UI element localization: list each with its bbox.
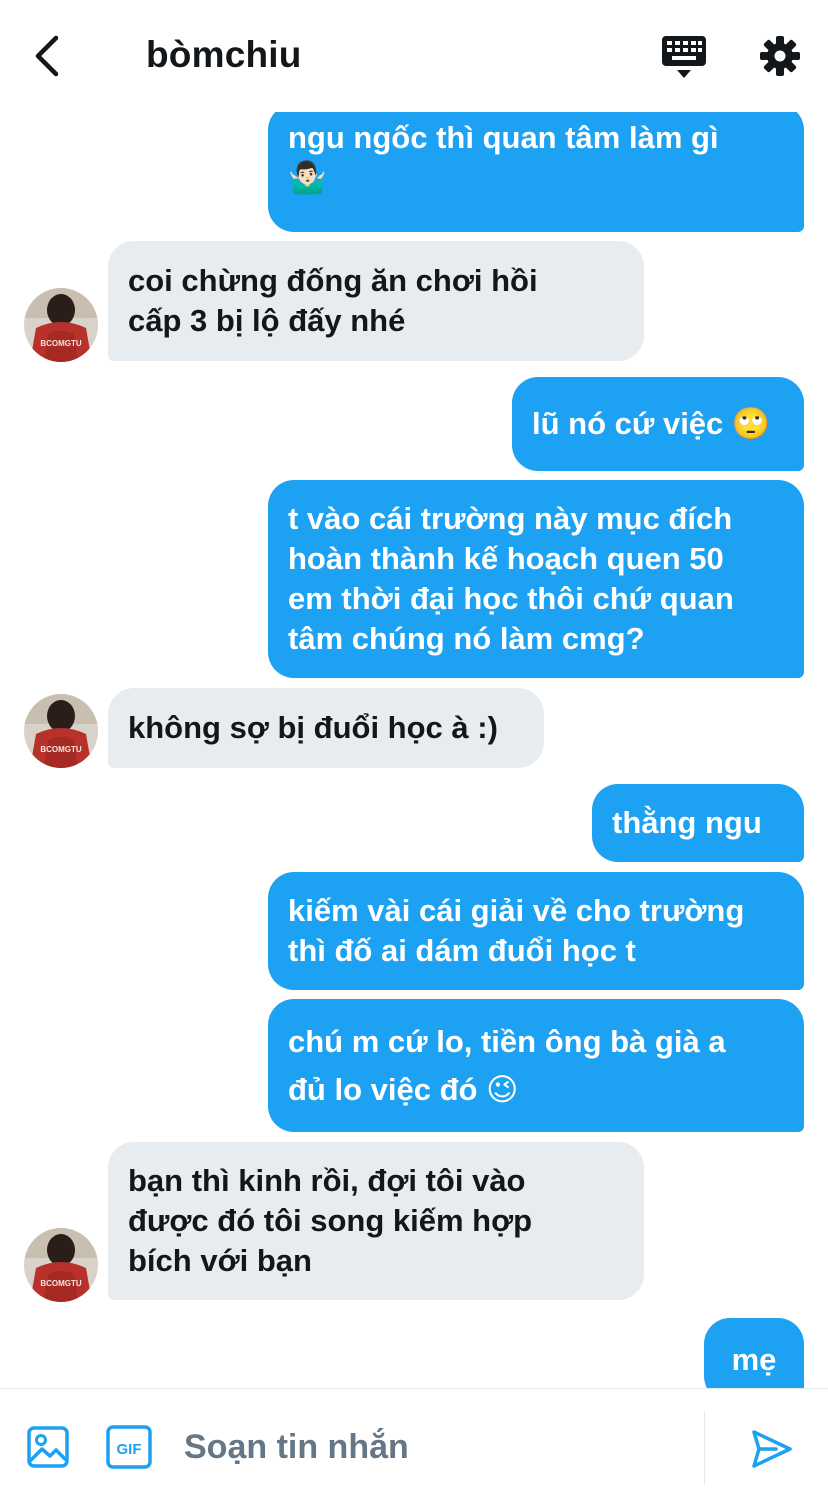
message-bubble[interactable]: bạn thì kinh rồi, đợi tôi vào được đó tô… — [108, 1142, 644, 1300]
message-bubble[interactable]: ngu ngốc thì quan tâm làm gì 🤷🏻‍♂️ — [268, 104, 804, 232]
message-bubble[interactable]: chú m cứ lo, tiền ông bà già a đủ lo việ… — [268, 999, 804, 1132]
message-text: không sợ bị đuổi học à :) — [128, 710, 498, 745]
message-bubble[interactable]: mẹ — [704, 1318, 804, 1388]
divider — [704, 1411, 705, 1485]
message-text: kiếm vài cái giải về cho trường thì đố a… — [288, 893, 745, 968]
svg-text:GIF: GIF — [117, 1441, 142, 1458]
settings-button[interactable] — [756, 32, 804, 80]
message-text: t vào cái trường này mục đích hoàn thành… — [288, 501, 734, 656]
avatar[interactable]: BCOMGTU — [24, 1228, 98, 1302]
message-text: coi chừng đống ăn chơi hồi cấp 3 bị lộ đ… — [128, 263, 538, 338]
message-thread[interactable]: ngu ngốc thì quan tâm làm gì 🤷🏻‍♂️ BCOMG… — [0, 0, 828, 1388]
send-button[interactable] — [750, 1427, 794, 1471]
message-bubble[interactable]: thằng ngu — [592, 784, 804, 862]
svg-text:BCOMGTU: BCOMGTU — [40, 1279, 82, 1288]
conversation-title[interactable]: bòmchiu — [146, 34, 302, 76]
message-bubble[interactable]: coi chừng đống ăn chơi hồi cấp 3 bị lộ đ… — [108, 241, 644, 361]
message-bubble[interactable]: kiếm vài cái giải về cho trường thì đố a… — [268, 872, 804, 990]
keyboard-icon — [662, 36, 706, 78]
message-text: thằng ngu — [612, 805, 762, 840]
chevron-left-icon — [35, 35, 59, 77]
keyboard-button[interactable] — [660, 34, 708, 80]
message-text: bạn thì kinh rồi, đợi tôi vào được đó tô… — [128, 1163, 533, 1278]
message-text: chú m cứ lo, tiền ông bà già a đủ lo việ… — [288, 1023, 726, 1107]
message-composer: GIF — [0, 1388, 828, 1488]
add-photo-button[interactable] — [26, 1425, 70, 1469]
message-text: mẹ — [731, 1342, 777, 1377]
message-bubble[interactable]: lũ nó cứ việc 🙄 — [512, 377, 804, 471]
gif-icon: GIF — [106, 1425, 152, 1469]
gif-button[interactable]: GIF — [106, 1425, 152, 1469]
conversation-header: bòmchiu — [0, 0, 828, 112]
message-bubble[interactable]: không sợ bị đuổi học à :) — [108, 688, 544, 768]
send-icon — [752, 1430, 792, 1468]
back-button[interactable] — [26, 32, 66, 80]
svg-text:BCOMGTU: BCOMGTU — [40, 339, 82, 348]
message-text: ngu ngốc thì quan tâm làm gì 🤷🏻‍♂️ — [288, 120, 719, 195]
image-icon — [27, 1426, 69, 1468]
avatar[interactable]: BCOMGTU — [24, 288, 98, 362]
message-text: lũ nó cứ việc 🙄 — [532, 406, 771, 441]
svg-text:BCOMGTU: BCOMGTU — [40, 745, 82, 754]
message-bubble[interactable]: t vào cái trường này mục đích hoàn thành… — [268, 480, 804, 678]
avatar[interactable]: BCOMGTU — [24, 694, 98, 768]
message-input[interactable] — [184, 1419, 684, 1475]
gear-icon — [760, 36, 800, 76]
